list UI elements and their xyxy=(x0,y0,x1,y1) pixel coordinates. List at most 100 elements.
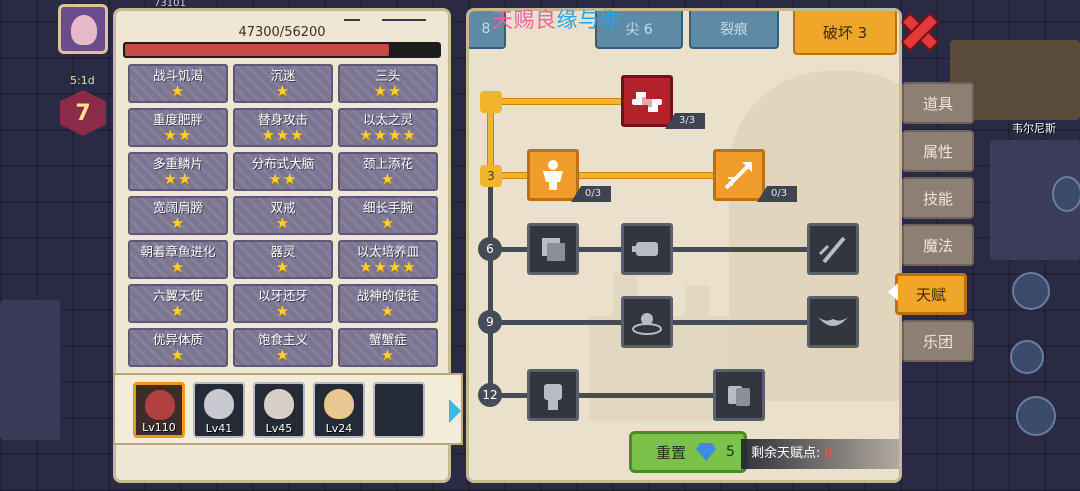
diamond-icon xyxy=(696,443,717,461)
character-traits-panel: 47300/56200 战斗饥渴 ★ 沉迷 ★ 三头 ★★ 重度肥胖 ★★ 替身攻击 ★★★ 以太之… xyxy=(113,8,463,483)
trait-cell[interactable]: 朝着章鱼进化 ★ xyxy=(128,240,228,279)
talent-stacked-fist[interactable] xyxy=(713,369,765,421)
talent-claw[interactable] xyxy=(807,223,859,275)
tree-line xyxy=(490,393,720,398)
trait-cell[interactable]: 战神的使徒 ★ xyxy=(338,284,438,323)
side-tab[interactable]: 属性 xyxy=(902,130,974,172)
talent-handshake[interactable] xyxy=(621,75,673,127)
trait-cell[interactable]: 战斗饥渴 ★ xyxy=(128,64,228,103)
trait-cell[interactable]: 颈上添花 ★ xyxy=(338,152,438,191)
trait-cell[interactable]: 双戒 ★ xyxy=(233,196,333,235)
trait-cell[interactable]: 宽阔肩膀 ★ xyxy=(128,196,228,235)
fist-icon xyxy=(632,242,658,256)
trait-cell[interactable]: 三头 ★★ xyxy=(338,64,438,103)
talent-fist-push[interactable] xyxy=(621,223,673,275)
active-tab-pointer-icon xyxy=(888,283,898,301)
divider xyxy=(344,19,360,21)
hero-selector: Lv110 Lv41 Lv45 Lv24 xyxy=(113,373,463,445)
claw-icon xyxy=(818,236,846,264)
trait-cell[interactable]: 以牙还牙 ★ xyxy=(233,284,333,323)
hero-portrait[interactable]: Lv110 xyxy=(133,382,185,438)
trait-cell[interactable]: 饱食主义 ★ xyxy=(233,328,333,367)
trait-stars: ★★ xyxy=(163,126,193,144)
hero-portrait[interactable]: Lv45 xyxy=(253,382,305,438)
raised-fist-icon xyxy=(544,384,562,410)
reset-label: 重置 xyxy=(656,443,687,462)
trait-cell[interactable]: 重度肥胖 ★★ xyxy=(128,108,228,147)
talent-body[interactable] xyxy=(527,149,579,201)
side-tab[interactable]: 魔法 xyxy=(902,224,974,266)
hp-bar-fill xyxy=(125,44,390,56)
next-arrow-icon[interactable] xyxy=(449,399,461,423)
side-tab[interactable]: 道具 xyxy=(902,82,974,124)
trait-cell[interactable]: 沉迷 ★ xyxy=(233,64,333,103)
talent-bat[interactable] xyxy=(807,296,859,348)
hp-text: 47300/56200 xyxy=(238,25,326,40)
side-tab[interactable]: 技能 xyxy=(902,177,974,219)
tree-line xyxy=(488,187,493,397)
tab-destruction[interactable]: 破坏 3 xyxy=(793,11,897,55)
ripple-icon xyxy=(632,313,662,335)
trait-stars: ★ xyxy=(170,82,186,100)
hero-portrait[interactable]: Lv24 xyxy=(313,382,365,438)
body-icon xyxy=(543,160,563,190)
player-avatar[interactable] xyxy=(58,4,108,54)
trait-stars: ★ xyxy=(380,346,396,364)
hero-portrait[interactable]: Lv41 xyxy=(193,382,245,438)
hero-level: Lv110 xyxy=(142,421,176,434)
trait-cell[interactable]: 以太培养皿 ★★★★ xyxy=(338,240,438,279)
gear-icon[interactable] xyxy=(1010,340,1044,374)
talent-raised-fist[interactable] xyxy=(527,369,579,421)
points-label: 剩余天赋点: xyxy=(751,446,821,461)
hero-slot-empty[interactable] xyxy=(373,382,425,438)
trait-cell[interactable]: 替身攻击 ★★★ xyxy=(233,108,333,147)
trait-cell[interactable]: 细长手腕 ★ xyxy=(338,196,438,235)
trait-stars: ★ xyxy=(275,302,291,320)
reset-cost: 5 xyxy=(726,444,735,460)
trait-stars: ★★ xyxy=(373,82,403,100)
trait-stars: ★★★★ xyxy=(359,126,417,144)
trait-cell[interactable]: 器灵 ★ xyxy=(233,240,333,279)
hero-level: Lv24 xyxy=(325,422,353,435)
trait-stars: ★ xyxy=(275,214,291,232)
side-tab[interactable]: 乐团 xyxy=(902,320,974,362)
trait-stars: ★★★ xyxy=(261,126,305,144)
tier-marker: 12 xyxy=(478,383,502,407)
tree-line xyxy=(490,173,720,178)
tab-rift[interactable]: 裂痕 xyxy=(689,11,779,49)
stacked-fist-icon xyxy=(728,386,750,406)
trait-stars: ★★ xyxy=(163,170,193,188)
remaining-talent-points: 剩余天赋点: 0 xyxy=(741,439,899,469)
trait-grid: 战斗饥渴 ★ 沉迷 ★ 三头 ★★ 重度肥胖 ★★ 替身攻击 ★★★ 以太之灵 ★★★★ 多重鳞片 ★★ 分… xyxy=(128,64,438,367)
close-button[interactable] xyxy=(902,14,938,50)
target-icon[interactable] xyxy=(1012,272,1050,310)
bow-icon[interactable] xyxy=(1016,396,1056,436)
trait-cell[interactable]: 分布式大脑 ★★ xyxy=(233,152,333,191)
talent-ripple[interactable] xyxy=(621,296,673,348)
hud-timer: 5:1d xyxy=(70,74,95,87)
side-tab[interactable]: 天赋 xyxy=(895,273,967,315)
talent-arrow[interactable] xyxy=(713,149,765,201)
skill-icon[interactable] xyxy=(1052,176,1080,212)
trait-stars: ★ xyxy=(380,214,396,232)
hp-bar xyxy=(123,42,441,58)
hero-face xyxy=(324,389,354,419)
world-tile xyxy=(0,300,60,440)
trait-cell[interactable]: 蟹蟹症 ★ xyxy=(338,328,438,367)
tier-marker: 9 xyxy=(478,310,502,334)
reset-button[interactable]: 重置 5 xyxy=(629,431,747,473)
talent-swap[interactable] xyxy=(527,223,579,275)
hero-level: Lv41 xyxy=(205,422,233,435)
trait-stars: ★ xyxy=(380,302,396,320)
trait-cell[interactable]: 以太之灵 ★★★★ xyxy=(338,108,438,147)
trait-cell[interactable]: 六翼天使 ★ xyxy=(128,284,228,323)
trait-cell[interactable]: 多重鳞片 ★★ xyxy=(128,152,228,191)
trait-stars: ★ xyxy=(170,214,186,232)
trait-cell[interactable]: 优异体质 ★ xyxy=(128,328,228,367)
swap-icon xyxy=(542,238,565,261)
watermark-part-a: 天赐良 xyxy=(492,8,557,32)
trait-stars: ★★ xyxy=(268,170,298,188)
hero-face xyxy=(145,390,175,420)
hero-face xyxy=(264,389,294,419)
talent-tree-panel: 8 尖 6 裂痕 破坏 3 3 6 9 12 3/3 0/3 0/3 重置 5 … xyxy=(466,8,902,483)
